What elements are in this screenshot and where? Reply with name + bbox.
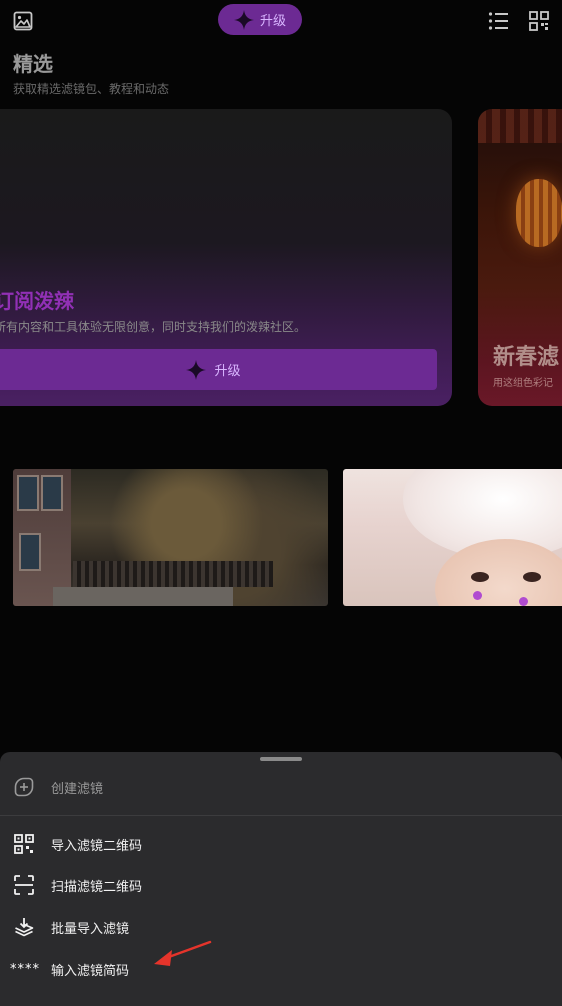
section-title: 精选	[13, 52, 53, 76]
create-filter-item[interactable]: 创建滤镜	[0, 767, 562, 807]
subscribe-upgrade-label: 升级	[214, 364, 241, 379]
filter-thumbnail-portrait[interactable]	[343, 469, 562, 606]
sheet-drag-handle[interactable]	[260, 757, 302, 761]
batch-import-filter-label: 批量导入滤镜	[51, 921, 130, 937]
qr-code-icon	[13, 833, 35, 855]
eye-shape	[471, 572, 489, 582]
add-square-icon	[13, 776, 35, 798]
new-year-card-description: 用这组色彩记	[493, 378, 553, 389]
list-icon[interactable]	[487, 10, 509, 32]
window-shape	[19, 533, 41, 571]
image-icon[interactable]	[12, 10, 34, 32]
subscribe-upgrade-button[interactable]: 升级	[0, 349, 437, 390]
sparkle-icon	[186, 359, 207, 380]
section-subtitle: 获取精选滤镜包、教程和动态	[13, 82, 170, 96]
import-filter-qr-item[interactable]: 导入滤镜二维码	[0, 824, 562, 864]
filter-thumbnail-tree[interactable]	[13, 469, 328, 606]
upgrade-button[interactable]: 升级	[218, 4, 302, 35]
window-shape	[41, 475, 63, 511]
new-year-filter-card[interactable]: 新春滤 用这组色彩记	[478, 109, 562, 406]
scan-icon	[13, 874, 35, 896]
fence-image	[73, 561, 273, 587]
subscribe-card[interactable]: 订阅泼辣 所有内容和工具体验无限创意，同时支持我们的泼辣社区。 升级	[0, 109, 452, 406]
gem-sticker	[473, 591, 482, 600]
scan-filter-qr-label: 扫描滤镜二维码	[51, 879, 143, 895]
bottom-sheet: 创建滤镜 导入滤镜二维码 扫描滤镜二维码 批量导入滤镜 **** 输入滤镜简码	[0, 752, 562, 1006]
subscribe-card-title: 订阅泼辣	[0, 289, 74, 313]
upgrade-label: 升级	[259, 14, 286, 29]
qr-code-icon[interactable]	[528, 10, 550, 32]
ground-image	[53, 587, 233, 606]
import-filter-qr-label: 导入滤镜二维码	[51, 838, 143, 854]
enter-filter-code-label: 输入滤镜简码	[51, 963, 130, 979]
gem-sticker	[519, 597, 528, 606]
enter-filter-code-item[interactable]: **** 输入滤镜简码	[0, 949, 562, 989]
create-filter-label: 创建滤镜	[51, 781, 104, 797]
sheet-divider	[0, 815, 562, 816]
batch-import-filter-item[interactable]: 批量导入滤镜	[0, 907, 562, 947]
subscribe-card-description: 所有内容和工具体验无限创意，同时支持我们的泼辣社区。	[0, 320, 307, 334]
asterisks-icon: ****	[10, 961, 40, 977]
new-year-card-title: 新春滤	[493, 345, 560, 370]
window-shape	[17, 475, 39, 511]
download-stack-icon	[13, 916, 35, 938]
sparkle-icon	[233, 9, 254, 30]
top-bar: 升级	[0, 0, 562, 44]
annotation-arrow-icon	[154, 940, 212, 966]
lantern-image	[516, 179, 562, 247]
scan-filter-qr-item[interactable]: 扫描滤镜二维码	[0, 865, 562, 905]
roof-tiles-image	[478, 109, 562, 143]
eye-shape	[523, 572, 541, 582]
